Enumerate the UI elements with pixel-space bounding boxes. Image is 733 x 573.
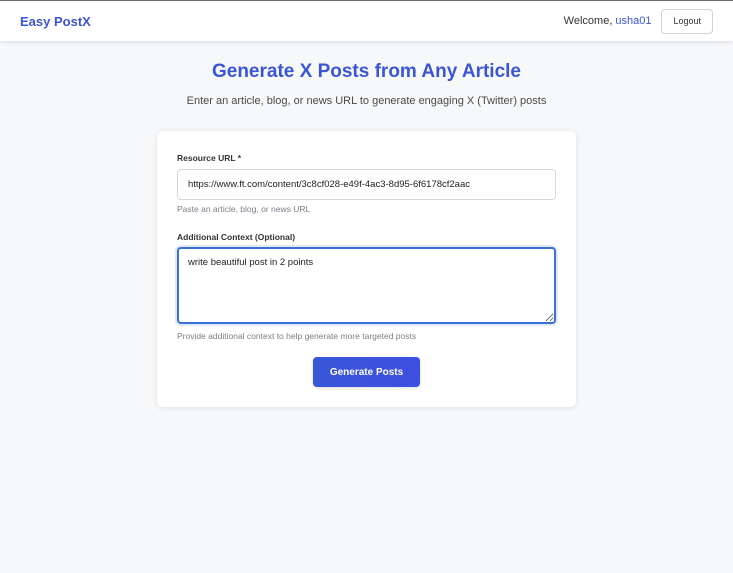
resource-url-label: Resource URL *: [177, 153, 242, 163]
generate-form-card: Resource URL * Paste an article, blog, o…: [157, 131, 576, 407]
top-navbar: Easy PostX Welcome, usha01 Logout: [0, 0, 733, 41]
page-subtitle: Enter an article, blog, or news URL to g…: [186, 95, 547, 107]
welcome-text: Welcome,: [563, 15, 613, 27]
additional-context-help: Provide additional context to help gener…: [177, 331, 417, 341]
logout-button[interactable]: Logout: [661, 8, 713, 34]
page-title: Generate X Posts from Any Article: [211, 61, 522, 82]
username: usha01: [615, 15, 652, 27]
additional-context-textarea[interactable]: write beautiful post in 2 points: [177, 247, 556, 324]
resource-url-input[interactable]: [177, 169, 556, 200]
user-area: Welcome, usha01 Logout: [563, 8, 713, 34]
brand-logo[interactable]: Easy PostX: [20, 14, 91, 29]
additional-context-label: Additional Context (Optional): [177, 232, 296, 242]
generate-posts-button[interactable]: Generate Posts: [313, 357, 420, 387]
resource-url-help: Paste an article, blog, or news URL: [177, 204, 311, 214]
